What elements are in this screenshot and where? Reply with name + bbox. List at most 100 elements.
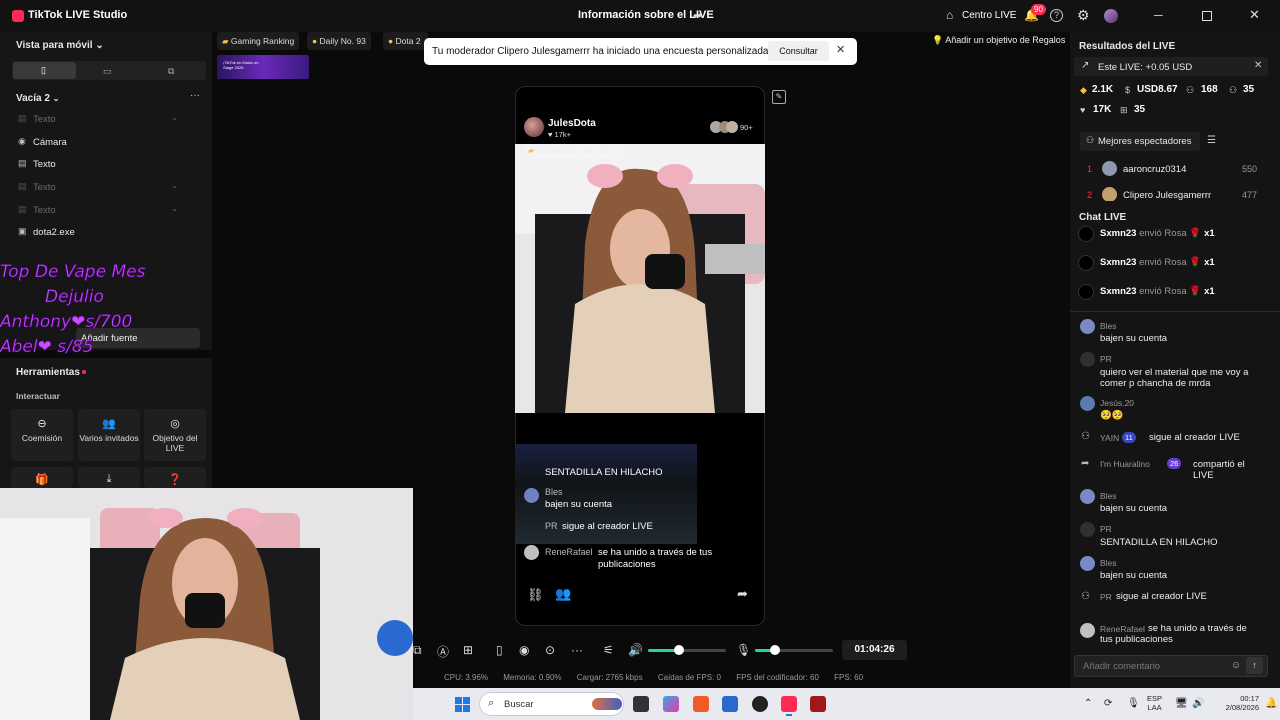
network-icon[interactable]: 🖥 [1175, 698, 1188, 709]
tiktok-live-studio-taskbar-icon[interactable] [781, 696, 797, 712]
brave-browser-icon[interactable] [693, 696, 709, 712]
chat-username[interactable]: Bles [1100, 558, 1117, 568]
chat-username[interactable]: Bles [1100, 321, 1117, 331]
category-chip[interactable]: ● Dota 2 [383, 32, 428, 50]
tab-portrait[interactable]: ▯ [13, 62, 76, 79]
tab-multi[interactable]: ⧉ [168, 66, 174, 77]
source-item[interactable]: ▤ Texto ⌄ [18, 181, 198, 195]
chevron-down-icon[interactable]: ⌄ [171, 181, 178, 190]
clock-date: 2/08/2026 [1225, 703, 1259, 712]
chat-username[interactable]: I'm Huaralino [1100, 459, 1150, 469]
tool-card[interactable]: ⤓ [78, 467, 140, 488]
chat-username[interactable]: PR [1100, 592, 1112, 602]
store-icon[interactable] [722, 696, 738, 712]
volume-slider[interactable] [648, 649, 726, 652]
steam-icon[interactable] [752, 696, 768, 712]
speaker-icon[interactable]: 🔊 [628, 643, 643, 657]
add-scene-icon[interactable]: ⊞ [463, 643, 473, 657]
mic-slider[interactable] [755, 649, 833, 652]
multi-guest-tool[interactable]: 👥 Varios invitados [78, 409, 140, 461]
volume-slider-knob[interactable] [674, 645, 685, 655]
dota2-taskbar-icon[interactable] [810, 696, 826, 712]
edit-layout-icon[interactable]: ✎ [772, 90, 786, 104]
live-goal-tool[interactable]: ◎ Objetivo del LIVE [144, 409, 206, 461]
tool-card[interactable]: 🎁 [11, 467, 73, 488]
window-capture-icon: ▣ [18, 226, 27, 236]
close-icon[interactable]: ✕ [836, 43, 845, 56]
gift-sender[interactable]: Sxmn23 [1100, 228, 1136, 239]
tool-card[interactable]: ❓ [144, 467, 206, 488]
more-options-icon[interactable]: ··· [190, 90, 200, 101]
chevron-down-icon[interactable]: ⌄ [171, 204, 178, 213]
viewer-name[interactable]: Clipero Julesgamerrr [1123, 190, 1211, 201]
record-icon[interactable]: ◉ [519, 643, 529, 657]
chat-avatar [1080, 396, 1095, 411]
home-icon[interactable]: ⌂ [946, 8, 953, 22]
add-gift-goal-button[interactable]: 💡 Añadir un objetivo de Regalos [932, 35, 1065, 46]
source-item[interactable]: ▤ Texto ⌄ [18, 204, 198, 218]
close-window-button[interactable]: ✕ [1249, 7, 1260, 23]
chevron-down-icon[interactable]: ⌄ [171, 113, 178, 122]
settings-sliders-icon[interactable]: ⚟ [603, 643, 614, 657]
source-item[interactable]: ▤ Texto [18, 158, 198, 172]
daily-chip[interactable]: ● Daily No. 93 [307, 32, 371, 50]
microphone-icon[interactable]: 🎙 [736, 643, 751, 657]
chat-username[interactable]: Bles [1100, 491, 1117, 501]
system-clock[interactable]: 00:17 2/08/2026 [1215, 694, 1259, 712]
source-item[interactable]: ▣ dota2.exe [18, 226, 198, 240]
viewer-name[interactable]: aaroncruz0314 [1123, 164, 1186, 175]
close-icon[interactable]: ✕ [1254, 60, 1262, 71]
live-timer: 01:04:26 [842, 640, 907, 660]
chat-username[interactable]: YAIN [1100, 433, 1119, 443]
link-icon[interactable]: ⛓ [527, 587, 544, 603]
gear-icon[interactable]: ⚙ [1077, 7, 1090, 24]
gift-sender[interactable]: Sxmn23 [1100, 257, 1136, 268]
task-view-icon[interactable] [633, 696, 649, 712]
chat-username[interactable]: PR [1100, 354, 1112, 364]
volume-tray-icon[interactable]: 🔊 [1192, 698, 1204, 709]
guests-icon[interactable]: 👥 [555, 586, 571, 602]
capture-icon[interactable]: ⊙ [545, 643, 555, 657]
tab-landscape[interactable]: ▭ [103, 66, 112, 77]
notification-center-icon[interactable]: 🔔 [1265, 698, 1277, 709]
language-indicator[interactable]: ESP LAA [1147, 694, 1162, 712]
share-icon[interactable]: ➦ [693, 9, 705, 22]
copilot-icon[interactable] [663, 696, 679, 712]
more-options-icon[interactable]: ··· [571, 643, 583, 657]
gift-action: envió Rosa [1139, 286, 1187, 297]
viewers-stat: 168 [1201, 84, 1218, 95]
maximize-button[interactable] [1202, 11, 1212, 21]
clock-time: 00:17 [1240, 694, 1259, 703]
help-icon[interactable]: ? [1050, 9, 1063, 22]
list-icon[interactable]: ☰ [1207, 135, 1216, 146]
user-avatar[interactable] [1104, 9, 1118, 23]
ai-icon[interactable]: Ⓐ [437, 643, 449, 660]
cohost-tool[interactable]: ⊖ Coemisión [11, 409, 73, 461]
chat-username[interactable]: Jesús.20 [1100, 398, 1134, 408]
chevron-up-icon[interactable]: ⌃ [1084, 698, 1092, 709]
viewer-score: 550 [1242, 164, 1258, 174]
ranking-pill[interactable]: ▰ Clasificación de gami... [523, 145, 627, 158]
scene-dropdown[interactable]: Vacía 2 ⌄ [16, 93, 59, 104]
mic-slider-knob[interactable] [769, 645, 780, 655]
layout-icon[interactable]: ⧉ [413, 643, 422, 658]
phone-icon[interactable]: ▯ [496, 643, 503, 657]
dollar-icon: $ [1125, 85, 1131, 95]
view-mode-dropdown[interactable]: Vista para móvil ⌄ [16, 40, 104, 51]
source-item[interactable]: ▤ Texto ⌄ [18, 113, 198, 127]
live-center-button[interactable]: Centro LIVE [962, 10, 1016, 21]
chat-username[interactable]: PR [1100, 524, 1112, 534]
emoji-icon[interactable]: ☺ [1231, 660, 1241, 671]
windows-start-icon[interactable] [455, 697, 470, 712]
top-viewers-button[interactable]: Mejores espectadores [1080, 132, 1200, 151]
gift-sender[interactable]: Sxmn23 [1100, 286, 1136, 297]
sync-icon[interactable]: ⟳ [1104, 698, 1112, 709]
gaming-ranking-chip[interactable]: ▰ Gaming Ranking [217, 32, 300, 50]
send-button[interactable]: ↑ [1246, 657, 1263, 674]
source-item[interactable]: ◉ Cámara [18, 136, 198, 150]
promo-banner[interactable]: ¡TikTok en Music on Stage 2026 [217, 55, 309, 79]
consult-button[interactable]: Consultar [768, 41, 829, 61]
minimize-button[interactable]: ─ [1154, 8, 1163, 22]
mic-tray-icon[interactable]: 🎙 [1127, 698, 1140, 709]
share-icon[interactable]: ➦ [737, 586, 748, 602]
